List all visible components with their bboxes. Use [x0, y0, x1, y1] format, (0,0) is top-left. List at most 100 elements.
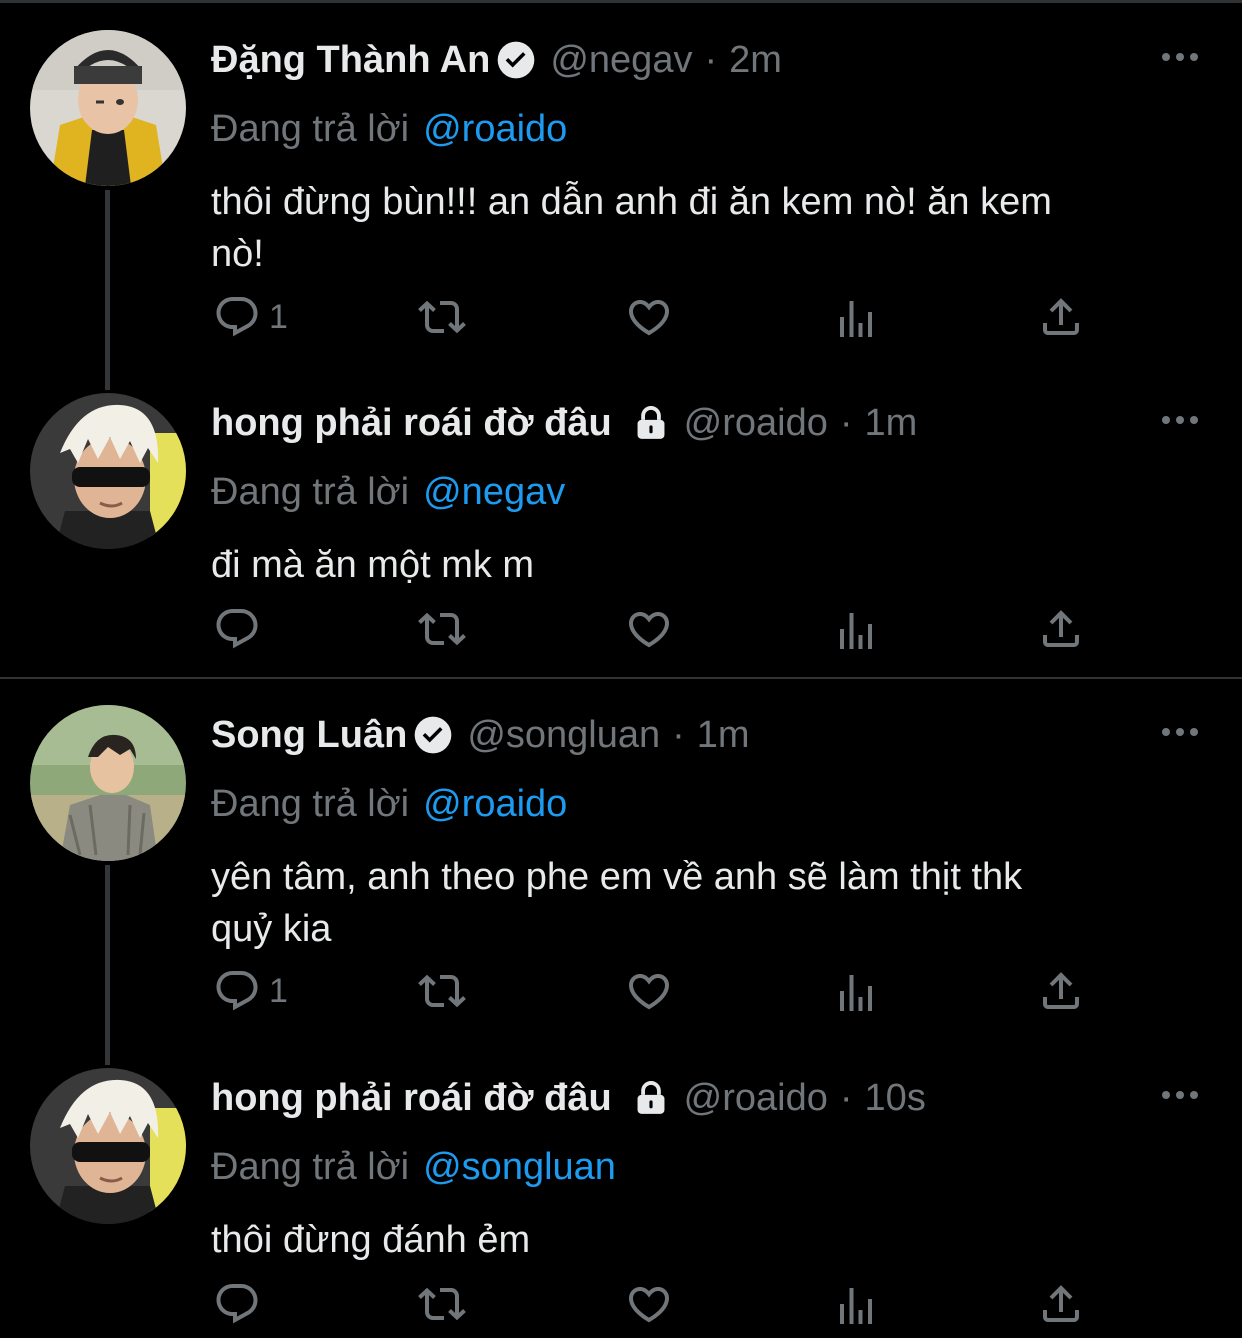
views-button[interactable] [832, 1282, 880, 1330]
retweet-button[interactable] [418, 967, 466, 1015]
replying-to-link[interactable]: @roaido [423, 108, 567, 150]
retweet-button[interactable] [418, 605, 466, 653]
tweet-text: thôi đừng đánh ẻm [211, 1214, 1211, 1266]
reply-button[interactable]: 1 [213, 293, 288, 341]
reply-icon [213, 605, 261, 653]
reply-icon [213, 967, 261, 1015]
like-button[interactable] [625, 967, 673, 1015]
avatar[interactable] [30, 1068, 186, 1224]
like-button[interactable] [625, 1280, 673, 1328]
verified-badge-icon [413, 715, 453, 755]
avatar-roaido-image [30, 393, 186, 549]
lock-icon [632, 1079, 670, 1117]
avatar[interactable] [30, 393, 186, 549]
views-icon [832, 969, 880, 1017]
like-icon [625, 967, 673, 1015]
retweet-icon [418, 967, 466, 1015]
retweet-icon [418, 605, 466, 653]
replying-to: Đang trả lời @roaido [211, 104, 567, 154]
replying-to: Đang trả lời @roaido [211, 779, 567, 829]
replying-to-label: Đang trả lời [211, 783, 410, 825]
share-button[interactable] [1037, 293, 1085, 341]
display-name[interactable]: Đặng Thành An [211, 30, 490, 90]
replying-to: Đang trả lời @negav [211, 467, 565, 517]
views-icon [832, 1282, 880, 1330]
retweet-button[interactable] [418, 1280, 466, 1328]
retweet-button[interactable] [418, 293, 466, 341]
share-icon [1037, 605, 1085, 653]
reply-icon [213, 1280, 261, 1328]
reply-count: 1 [269, 971, 288, 1010]
like-button[interactable] [625, 293, 673, 341]
thread-connector [105, 190, 110, 390]
tweet-text-line: yên tâm, anh theo phe em về anh sẽ làm t… [211, 856, 1023, 898]
like-icon [625, 293, 673, 341]
tweet-text-line: đi mà ăn một mk m [211, 544, 535, 586]
avatar-songluan-image [30, 705, 186, 861]
tweet-text-line: thôi đừng bùn!!! an dẫn anh đi ăn kem nò… [211, 181, 1052, 223]
handle[interactable]: @roaido [684, 393, 828, 453]
more-icon[interactable] [1160, 50, 1200, 64]
replying-to-link[interactable]: @negav [423, 471, 565, 513]
display-name[interactable]: hong phải roái đờ đâu [211, 1068, 612, 1128]
tweet-text-line: nò! [211, 233, 264, 275]
replying-to-link[interactable]: @songluan [423, 1146, 616, 1188]
like-icon [625, 605, 673, 653]
timestamp[interactable]: 2m [729, 30, 782, 90]
handle[interactable]: @roaido [684, 1068, 828, 1128]
avatar-negav-image [30, 30, 186, 186]
replying-to: Đang trả lời @songluan [211, 1142, 616, 1192]
share-icon [1037, 1280, 1085, 1328]
avatar[interactable] [30, 30, 186, 186]
reply-button[interactable]: 1 [213, 967, 288, 1015]
retweet-icon [418, 1280, 466, 1328]
views-icon [832, 295, 880, 343]
like-icon [625, 1280, 673, 1328]
display-name[interactable]: hong phải roái đờ đâu [211, 393, 612, 453]
handle[interactable]: @negav [550, 30, 692, 90]
share-button[interactable] [1037, 605, 1085, 653]
display-name[interactable]: Song Luân [211, 705, 407, 765]
replying-to-label: Đang trả lời [211, 1146, 410, 1188]
tweet-text: yên tâm, anh theo phe em về anh sẽ làm t… [211, 851, 1211, 955]
separator: · [839, 402, 853, 444]
timestamp[interactable]: 10s [865, 1068, 926, 1128]
share-button[interactable] [1037, 967, 1085, 1015]
lock-icon [632, 404, 670, 442]
separator: · [672, 714, 685, 756]
replying-to-link[interactable]: @roaido [423, 783, 567, 825]
replying-to-label: Đang trả lời [211, 471, 410, 513]
verified-badge-icon [496, 40, 536, 80]
views-icon [832, 607, 880, 655]
like-button[interactable] [625, 605, 673, 653]
separator: · [839, 1077, 853, 1119]
handle[interactable]: @songluan [467, 705, 660, 765]
tweet-text: đi mà ăn một mk m [211, 539, 1211, 591]
more-icon[interactable] [1160, 1088, 1200, 1102]
more-icon[interactable] [1160, 413, 1200, 427]
tweet-text: thôi đừng bùn!!! an dẫn anh đi ăn kem nò… [211, 176, 1211, 280]
share-icon [1037, 967, 1085, 1015]
reply-count: 1 [269, 297, 288, 336]
separator: · [704, 39, 718, 81]
thread-connector [105, 865, 110, 1065]
reply-icon [213, 293, 261, 341]
retweet-icon [418, 293, 466, 341]
thread-divider [0, 677, 1242, 679]
share-button[interactable] [1037, 1280, 1085, 1328]
reply-button[interactable] [213, 605, 261, 653]
avatar[interactable] [30, 705, 186, 861]
views-button[interactable] [832, 969, 880, 1017]
views-button[interactable] [832, 295, 880, 343]
share-icon [1037, 293, 1085, 341]
tweet-text-line: quỷ kia [211, 908, 332, 950]
replying-to-label: Đang trả lời [211, 108, 410, 150]
timestamp[interactable]: 1m [697, 705, 750, 765]
avatar-roaido-image [30, 1068, 186, 1224]
reply-button[interactable] [213, 1280, 261, 1328]
more-icon[interactable] [1160, 725, 1200, 739]
timestamp[interactable]: 1m [865, 393, 918, 453]
tweet-text-line: thôi đừng đánh ẻm [211, 1219, 531, 1261]
views-button[interactable] [832, 607, 880, 655]
top-divider [0, 0, 1242, 3]
